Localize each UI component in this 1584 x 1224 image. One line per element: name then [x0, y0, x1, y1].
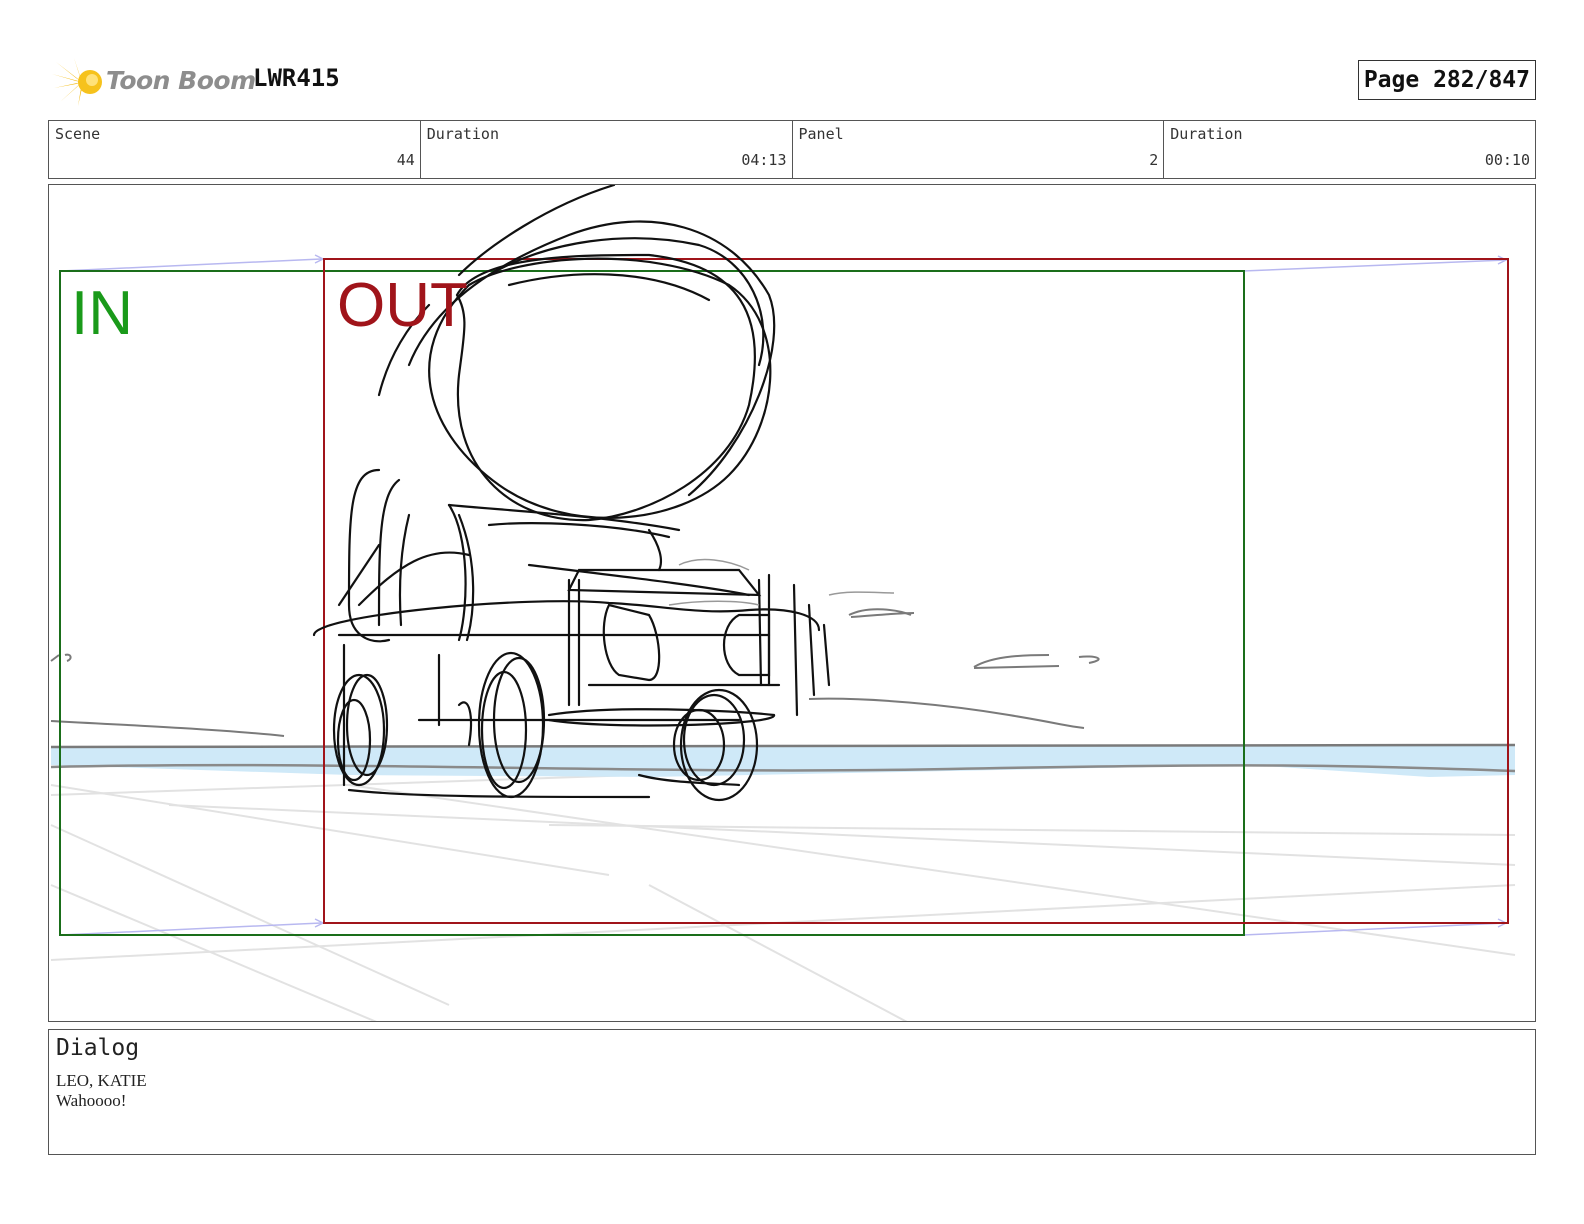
out-label: OUT: [337, 271, 468, 340]
project-code: LWR415: [253, 64, 340, 92]
panel-duration-cell: Duration 00:10: [1164, 121, 1535, 178]
panel-duration-value: 00:10: [1484, 151, 1530, 169]
toon-boom-logo: Toon Boom: [52, 56, 256, 108]
panel-label: Panel: [798, 125, 844, 143]
in-label: IN: [71, 279, 133, 348]
sketch-details: [668, 558, 895, 606]
scene-cell: Scene 44: [49, 121, 421, 178]
starburst-icon: [52, 58, 102, 106]
panel-info-bar: Scene 44 Duration 04:13 Panel 2 Duration…: [48, 120, 1536, 179]
panel-value: 2: [1149, 151, 1159, 169]
storyboard-header: Toon Boom LWR415 Page 282/847: [48, 52, 1536, 108]
background-hills: [50, 608, 1100, 737]
sketch-drawing: [50, 185, 1516, 1021]
ground-perspective-lines: [50, 744, 1516, 1021]
in-frame: [59, 270, 1245, 936]
scene-value: 44: [396, 151, 415, 169]
scene-duration-value: 04:13: [741, 151, 787, 169]
logo-text: Toon Boom: [106, 66, 256, 95]
scene-duration-cell: Duration 04:13: [421, 121, 793, 178]
water-band: [51, 745, 1515, 777]
panel-cell: Panel 2: [793, 121, 1165, 178]
scene-label: Scene: [55, 125, 101, 143]
scene-duration-label: Duration: [426, 125, 499, 143]
storyboard-panel: IN OUT: [48, 184, 1536, 1022]
panel-duration-label: Duration: [1170, 125, 1243, 143]
out-frame: [323, 258, 1509, 924]
dialog-box: Dialog LEO, KATIE Wahoooo!: [48, 1029, 1536, 1155]
dialog-speaker: LEO, KATIE: [56, 1071, 147, 1090]
dialog-title: Dialog: [56, 1035, 140, 1061]
page-number: Page 282/847: [1357, 60, 1536, 100]
dialog-line: Wahoooo!: [56, 1091, 127, 1110]
